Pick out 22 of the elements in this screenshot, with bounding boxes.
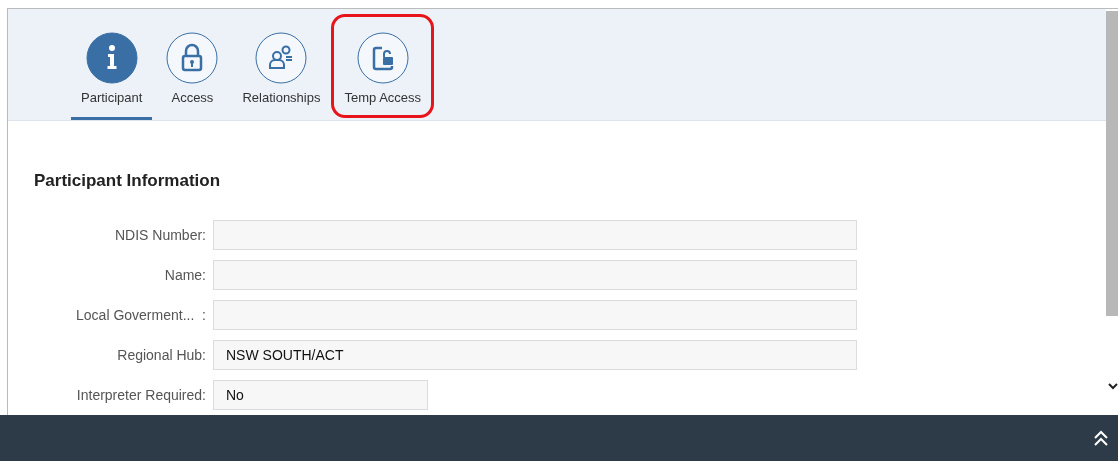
double-chevron-up-icon[interactable]	[1092, 429, 1110, 447]
field-label: NDIS Number:	[113, 227, 206, 243]
field-label: Regional Hub:	[116, 347, 206, 363]
section-title: Participant Information	[34, 171, 222, 191]
scrollbar-thumb[interactable]	[1106, 11, 1118, 316]
input-field[interactable]: NSW SOUTH/ACT	[213, 340, 857, 370]
chevron-down-icon[interactable]	[1108, 381, 1118, 391]
input-field[interactable]	[213, 220, 857, 250]
field-label: Interpreter Required:	[75, 387, 206, 403]
document-lock-icon	[356, 32, 409, 84]
tab[interactable]: Relationships	[232, 20, 331, 120]
tab[interactable]: Participant	[71, 20, 153, 120]
lock-icon	[166, 32, 219, 84]
input-field[interactable]	[213, 300, 857, 330]
field-label: Local Goverment... :	[75, 307, 206, 323]
tab[interactable]: Temp Access	[334, 20, 432, 120]
people-icon	[255, 32, 308, 84]
info-icon	[85, 32, 138, 84]
input-field[interactable]: No	[213, 380, 428, 410]
input-field[interactable]	[213, 260, 857, 290]
field-label: Name:	[163, 267, 206, 283]
tab[interactable]: Access	[156, 20, 229, 120]
